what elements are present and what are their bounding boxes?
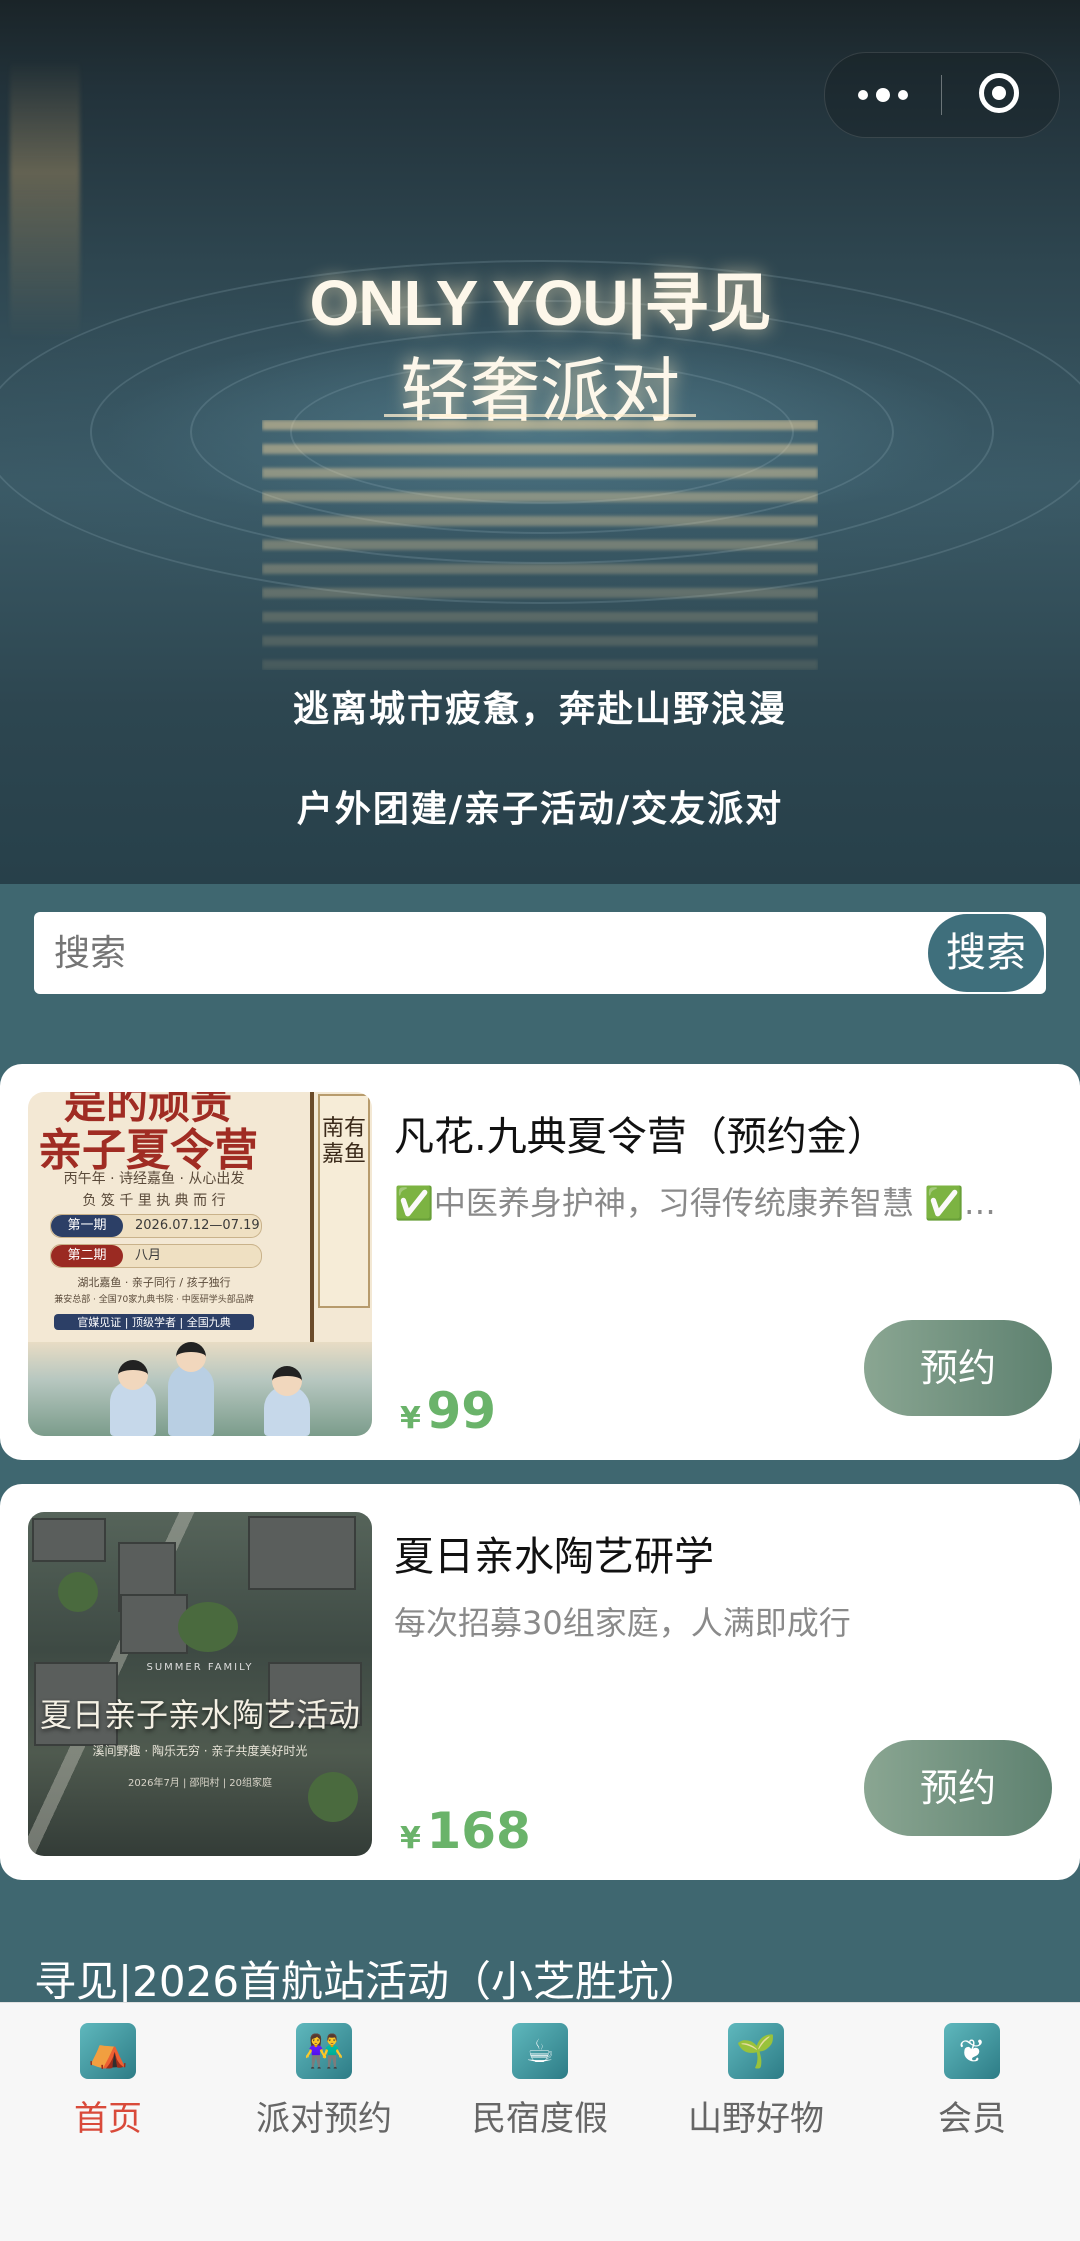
people-icon: 👫 [296,2023,352,2079]
poster-flag: 南有嘉鱼 [318,1094,370,1308]
capsule-divider [941,75,942,115]
tab-label: 民宿度假 [472,2099,608,2139]
child-head [176,1342,206,1372]
tab-label: 首页 [74,2099,142,2139]
poster-period-tag: 第二期 [51,1245,123,1267]
child-head [272,1366,302,1396]
summer-camp-poster: 是的顽贵 亲子夏令营 丙午年 · 诗经嘉鱼 · 从心出发 负 笈 千 里 执 典… [28,1092,372,1436]
product-description: ✅中医养身护神，习得传统康养智慧 ✅… [394,1184,996,1222]
section-title: 寻见|2026首航站活动（小芝胜坑） [34,1957,702,2006]
search-input[interactable] [52,912,936,996]
pottery-poster: SUMMER FAMILY 夏日亲子亲水陶艺活动 溪间野趣 · 陶乐无穷 · 亲… [28,1512,372,1856]
poster-flag-text: 南有嘉鱼 [321,1116,366,1167]
product-price: ¥ 168 [400,1802,531,1860]
close-miniprogram-button[interactable] [979,73,1019,113]
search-bar: 搜索 [34,912,1046,996]
currency-symbol: ¥ [400,1401,421,1436]
poster-period-tag: 第一期 [51,1215,123,1237]
hero-subtitle: 户外团建/亲子活动/交友派对 [296,789,784,830]
coffee-icon: ☕ [512,2023,568,2079]
tab-label: 会员 [938,2099,1006,2139]
tent-icon: ⛺ [80,2023,136,2079]
child-head [118,1360,148,1390]
currency-symbol: ¥ [400,1821,421,1856]
hero-tagline: 逃离城市疲惫，奔赴山野浪漫 [292,689,787,730]
poster-period-date: 2026.07.12—07.19 [135,1218,260,1233]
leaf-hand-icon: ❦ [944,2023,1000,2079]
product-card[interactable]: 是的顽贵 亲子夏令营 丙午年 · 诗经嘉鱼 · 从心出发 负 笈 千 里 执 典… [0,1064,1080,1460]
poster-line: 官媒见证 | 顶级学者 | 全国九典 [54,1314,254,1330]
product-title[interactable]: 凡花.九典夏令营（预约金） [394,1104,887,1162]
more-dot-icon [858,90,868,100]
book-button[interactable]: 预约 [864,1740,1052,1836]
tab-goods[interactable]: 🌱 山野好物 [648,2023,864,2139]
tab-home[interactable]: ⛺ 首页 [0,2023,216,2139]
poster-line: 丙午年 · 诗经嘉鱼 · 从心出发 [63,1171,245,1187]
poster-line: 兼安总部 · 全国70家九典书院 · 中医研学头部品牌 [54,1295,254,1305]
hero-banner: ONLY YOU|寻见 轻奢派对 逃离城市疲惫，奔赴山野浪漫 户外团建/亲子活动… [0,0,1080,884]
book-button[interactable]: 预约 [864,1320,1052,1416]
product-price: ¥ 99 [400,1382,496,1440]
poster-small-text: SUMMER FAMILY [146,1662,254,1673]
product-image[interactable]: 是的顽贵 亲子夏令营 丙午年 · 诗经嘉鱼 · 从心出发 负 笈 千 里 执 典… [28,1092,372,1436]
plant-icon: 🌱 [728,2023,784,2079]
more-dot-icon [876,88,890,102]
tab-member[interactable]: ❦ 会员 [864,2023,1080,2139]
price-value: 99 [426,1382,497,1440]
product-card[interactable]: SUMMER FAMILY 夏日亲子亲水陶艺活动 溪间野趣 · 陶乐无穷 · 亲… [0,1484,1080,1880]
more-dot-icon [898,90,908,100]
search-button[interactable]: 搜索 [928,914,1044,992]
product-image[interactable]: SUMMER FAMILY 夏日亲子亲水陶艺活动 溪间野趣 · 陶乐无穷 · 亲… [28,1512,372,1856]
bottom-tab-bar: ⛺ 首页 👫 派对预约 ☕ 民宿度假 🌱 山野好物 ❦ 会员 [0,2002,1080,2241]
tab-label: 派对预约 [256,2099,392,2139]
more-menu-button[interactable] [825,53,941,137]
aerial-tree [178,1602,238,1652]
poster-period: 第二期 八月 [50,1244,262,1268]
poster-line: 湖北嘉鱼 · 亲子同行 / 孩子独行 [77,1276,231,1289]
aerial-roof [248,1516,356,1590]
hero-title-en: ONLY YOU|寻见 [309,267,772,339]
poster-subtitle: 2026年7月 | 邵阳村 | 20组家庭 [128,1778,272,1789]
hero-water-reflection [262,420,818,670]
miniprogram-capsule [824,52,1060,138]
aerial-tree [58,1572,98,1612]
hero-title-underline [384,414,696,417]
tab-party-booking[interactable]: 👫 派对预约 [216,2023,432,2139]
poster-main-title: 夏日亲子亲水陶艺活动 [39,1696,360,1734]
poster-period: 第一期 2026.07.12—07.19 [50,1214,262,1238]
product-description: 每次招募30组家庭，人满即成行 [394,1604,851,1642]
poster-subtitle: 溪间野趣 · 陶乐无穷 · 亲子共度美好时光 [92,1744,308,1758]
child-figure [168,1364,214,1436]
aerial-roof [32,1518,106,1562]
poster-period-date: 八月 [135,1248,162,1263]
price-value: 168 [426,1802,531,1860]
tab-homestay[interactable]: ☕ 民宿度假 [432,2023,648,2139]
poster-line: 负 笈 千 里 执 典 而 行 [82,1193,226,1209]
tab-label: 山野好物 [688,2099,824,2139]
product-title[interactable]: 夏日亲水陶艺研学 [394,1524,714,1582]
poster-scene [28,1342,372,1436]
